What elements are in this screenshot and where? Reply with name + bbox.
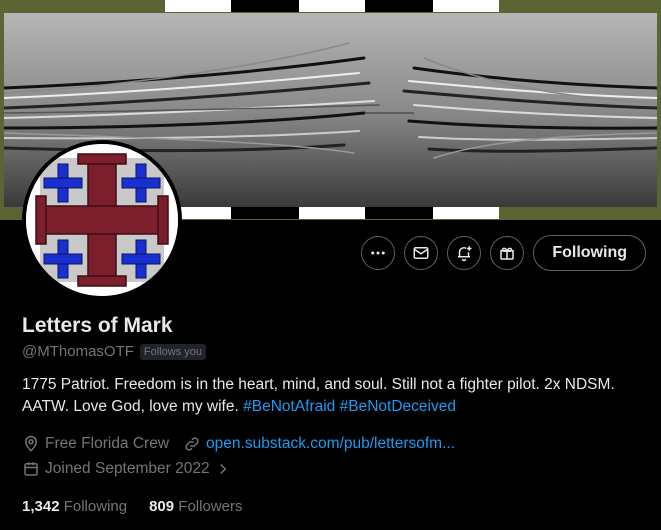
bell-plus-icon xyxy=(458,246,472,262)
calendar-icon xyxy=(24,462,38,476)
follows-you-badge: Follows you xyxy=(139,343,206,360)
follow-stats: 1,342 Following 809 Followers xyxy=(22,498,264,515)
following-count: 1,342 xyxy=(22,498,60,515)
envelope-icon xyxy=(413,247,429,259)
followers-label: Followers xyxy=(178,498,243,515)
message-button[interactable] xyxy=(404,236,439,270)
location-text: Free Florida Crew xyxy=(45,435,170,452)
chevron-right-icon xyxy=(219,463,226,475)
followers-count: 809 xyxy=(149,498,175,515)
followers-stat[interactable]: 809 Followers xyxy=(149,498,242,515)
joined-date: Joined September 2022 xyxy=(45,460,210,477)
more-button[interactable] xyxy=(361,236,396,270)
profile-bio: 1775 Patriot. Freedom is in the heart, m… xyxy=(22,374,642,418)
user-handle: @MThomasOTF xyxy=(22,343,134,360)
link-icon xyxy=(185,437,199,451)
profile-actions: Following xyxy=(361,235,646,271)
joined-row[interactable]: Joined September 2022 xyxy=(22,460,237,478)
more-icon xyxy=(371,251,386,255)
notify-button[interactable] xyxy=(447,236,482,270)
hashtag-link[interactable]: #BeNotAfraid xyxy=(243,398,335,415)
location-pin-icon xyxy=(24,435,38,452)
following-stat[interactable]: 1,342 Following xyxy=(22,498,127,515)
handle-row: @MThomasOTF Follows you xyxy=(22,343,206,360)
profile-meta-row: Free Florida Crew open.substack.com/pub/… xyxy=(22,435,469,453)
location: Free Florida Crew xyxy=(22,435,169,453)
hashtag-link[interactable]: #BeNotDeceived xyxy=(340,398,456,415)
website-link[interactable]: open.substack.com/pub/lettersofm... xyxy=(206,435,455,453)
subscribe-button[interactable] xyxy=(490,236,525,270)
gift-icon xyxy=(500,247,515,260)
website[interactable]: open.substack.com/pub/lettersofm... xyxy=(183,435,455,453)
avatar[interactable] xyxy=(22,140,182,300)
following-button[interactable]: Following xyxy=(533,235,646,271)
following-label: Following xyxy=(63,498,128,515)
display-name: Letters of Mark xyxy=(22,314,173,337)
